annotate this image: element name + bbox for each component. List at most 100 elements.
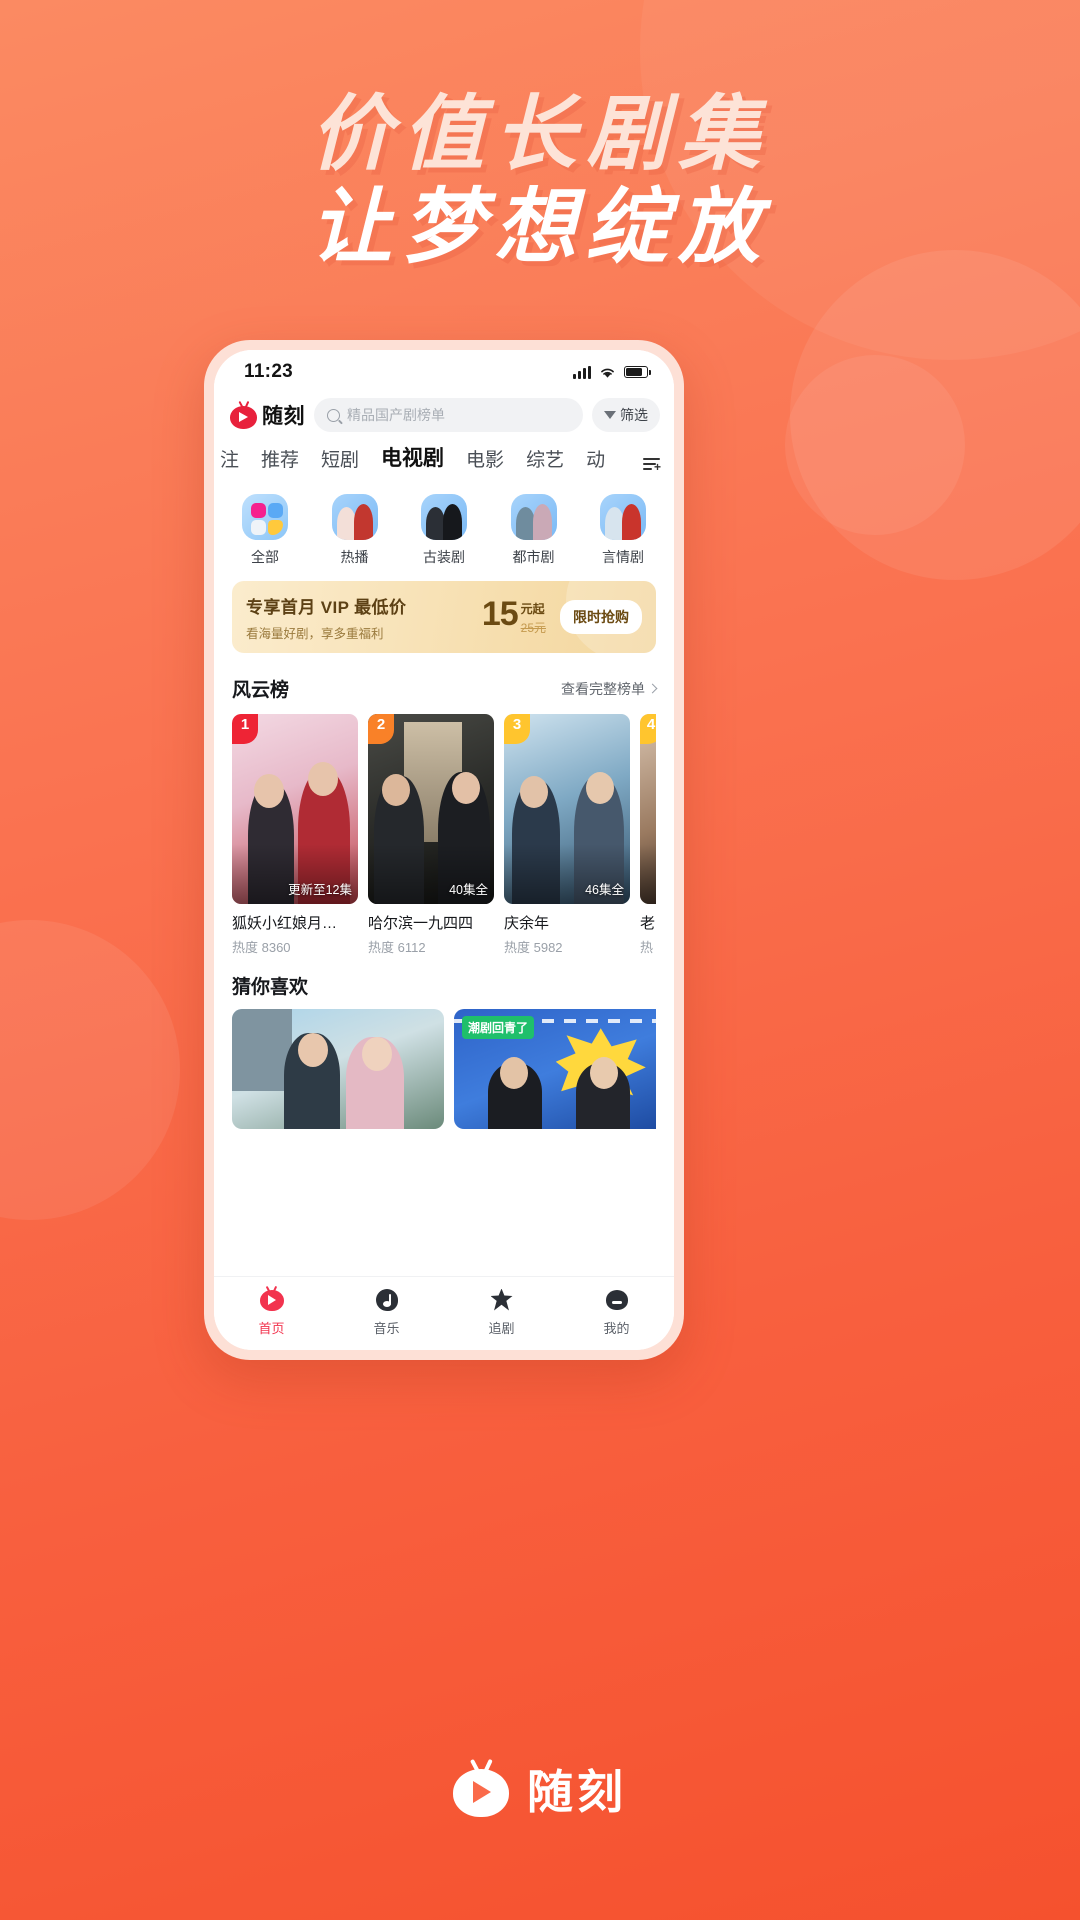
music-note-icon [374, 1287, 400, 1313]
ranking-card[interactable]: 1 更新至12集 狐妖小红娘月… 热度 8360 [232, 714, 358, 956]
poster-image: 4 [640, 714, 656, 904]
category-guzhuangju[interactable]: 古装剧 [413, 494, 475, 567]
ranking-title: 风云榜 [232, 680, 290, 701]
tabs-more-button[interactable]: + [643, 458, 664, 478]
vip-text-block: 专享首月 VIP 最低价 看海量好剧，享多重福利 [246, 593, 472, 642]
search-input[interactable]: 精品国产剧榜单 [314, 398, 583, 432]
ranking-card[interactable]: 3 46集全 庆余年 热度 5982 [504, 714, 630, 956]
category-yanqingju[interactable]: 言情剧 [592, 494, 654, 567]
category-all[interactable]: 全部 [234, 494, 296, 567]
tab-tuijian[interactable]: 推荐 [261, 445, 299, 478]
star-drama-icon [489, 1287, 515, 1313]
poster-headline: 价值长剧集 让梦想绽放 [0, 88, 1080, 275]
vip-title: 专享首月 VIP 最低价 [246, 597, 407, 617]
ranking-card[interactable]: 4 老 热 [640, 714, 656, 956]
headline-line-2: 让梦想绽放 [310, 182, 770, 274]
category-dushiju[interactable]: 都市剧 [503, 494, 565, 567]
episode-label: 更新至12集 [288, 883, 352, 897]
category-label: 古装剧 [423, 549, 465, 565]
tab-zongyi[interactable]: 综艺 [526, 445, 564, 478]
recommend-list[interactable]: 潮剧回青了 [232, 1009, 656, 1129]
search-placeholder: 精品国产剧榜单 [347, 407, 445, 423]
suike-brand-icon [453, 1758, 509, 1817]
suike-logo-icon [230, 400, 257, 429]
profile-icon [604, 1287, 630, 1313]
vip-price-value: 15 [481, 595, 519, 633]
hot-drama-icon [331, 494, 378, 540]
ranking-card-title: 哈尔滨一九四四 [368, 915, 474, 932]
tab-duanju[interactable]: 短剧 [321, 445, 359, 478]
app-logo[interactable]: 随刻 [230, 400, 305, 430]
nav-label: 我的 [603, 1320, 630, 1336]
status-bar-time: 11:23 [244, 361, 294, 382]
tab-guanzhu[interactable]: 注 [220, 445, 239, 478]
ranking-section: 风云榜 查看完整榜单 1 更新至12集 狐妖小红娘月… 热度 8360 2 40… [214, 663, 674, 956]
poster-image: 3 46集全 [504, 714, 630, 904]
costume-drama-icon [421, 494, 467, 540]
brand-name-label: 随刻 [527, 1766, 627, 1818]
recommend-card[interactable] [232, 1009, 444, 1129]
status-bar-icons [573, 365, 651, 379]
filter-label: 筛选 [620, 407, 648, 423]
ranking-card[interactable]: 2 40集全 哈尔滨一九四四 热度 6112 [368, 714, 494, 956]
decorative-circle-small [785, 355, 965, 535]
category-label: 全部 [251, 549, 279, 565]
nav-label: 追剧 [488, 1320, 515, 1336]
filter-icon [604, 411, 616, 419]
ranking-more-label: 查看完整榜单 [561, 680, 645, 697]
bottom-brand: 随刻 [0, 1756, 1080, 1822]
status-bar: 11:23 [214, 350, 674, 394]
headline-line-1: 价值长剧集 [310, 89, 770, 180]
recommend-section-header: 猜你喜欢 [232, 972, 656, 1009]
category-tabs: 注 推荐 短剧 电视剧 电影 综艺 动 + [214, 440, 674, 478]
app-logo-label: 随刻 [262, 405, 305, 428]
nav-item-drama[interactable]: 追剧 [467, 1287, 537, 1337]
vip-price-unit: 元起 [520, 602, 545, 616]
vip-buy-button[interactable]: 限时抢购 [560, 600, 642, 634]
nav-label: 首页 [258, 1320, 285, 1336]
phone-screen: 11:23 随刻 精品国产剧榜单 筛选 注 推荐 短剧 电视剧 电影 综艺 动 … [214, 350, 674, 1350]
poster-image: 1 更新至12集 [232, 714, 358, 904]
rank-badge: 4 [640, 714, 656, 744]
bottom-navigation: 首页 音乐 追剧 我的 [214, 1276, 674, 1350]
all-categories-icon [242, 494, 288, 540]
rank-badge: 1 [232, 714, 258, 744]
ranking-section-header: 风云榜 查看完整榜单 [232, 675, 658, 714]
ranking-list[interactable]: 1 更新至12集 狐妖小红娘月… 热度 8360 2 40集全 哈尔滨一九四四 … [232, 714, 656, 956]
phone-mockup: 11:23 随刻 精品国产剧榜单 筛选 注 推荐 短剧 电视剧 电影 综艺 动 … [204, 340, 684, 1360]
nav-item-mine[interactable]: 我的 [582, 1287, 652, 1337]
rank-badge: 3 [504, 714, 530, 744]
rank-badge: 2 [368, 714, 394, 744]
nav-label: 音乐 [373, 1320, 400, 1336]
episode-label: 46集全 [585, 883, 624, 897]
category-label: 热播 [340, 549, 369, 565]
home-icon [259, 1285, 285, 1313]
tab-dongman[interactable]: 动 [586, 445, 605, 478]
tab-dianshiju[interactable]: 电视剧 [379, 442, 447, 478]
nav-item-music[interactable]: 音乐 [352, 1287, 422, 1337]
chevron-right-icon [647, 683, 658, 694]
recommend-card[interactable]: 潮剧回青了 [454, 1009, 656, 1129]
ranking-card-title: 庆余年 [504, 915, 550, 932]
ranking-card-title: 狐妖小红娘月… [232, 915, 338, 932]
episode-label: 40集全 [449, 883, 488, 897]
ranking-card-heat: 热度 8360 [232, 940, 291, 955]
filter-button[interactable]: 筛选 [592, 398, 660, 432]
category-label: 言情剧 [602, 549, 644, 565]
ranking-card-title: 老 [640, 915, 656, 932]
tab-dianying[interactable]: 电影 [466, 445, 504, 478]
urban-drama-icon [510, 494, 557, 540]
battery-icon [624, 366, 651, 378]
ranking-more-link[interactable]: 查看完整榜单 [561, 679, 658, 699]
vip-promo-banner[interactable]: 专享首月 VIP 最低价 看海量好剧，享多重福利 15 元起 25元 限时抢购 [232, 581, 656, 653]
category-label: 都市剧 [512, 549, 555, 565]
category-rebo[interactable]: 热播 [324, 494, 386, 567]
ranking-card-heat: 热度 6112 [368, 940, 426, 955]
romance-drama-icon [600, 494, 646, 540]
vip-original-price: 25元 [520, 621, 546, 635]
nav-item-home[interactable]: 首页 [237, 1285, 307, 1337]
ranking-card-heat: 热度 5982 [504, 940, 563, 955]
wifi-icon [601, 368, 614, 378]
vip-banner-wrap: 专享首月 VIP 最低价 看海量好剧，享多重福利 15 元起 25元 限时抢购 [214, 577, 674, 663]
ranking-card-heat: 热 [640, 940, 654, 955]
